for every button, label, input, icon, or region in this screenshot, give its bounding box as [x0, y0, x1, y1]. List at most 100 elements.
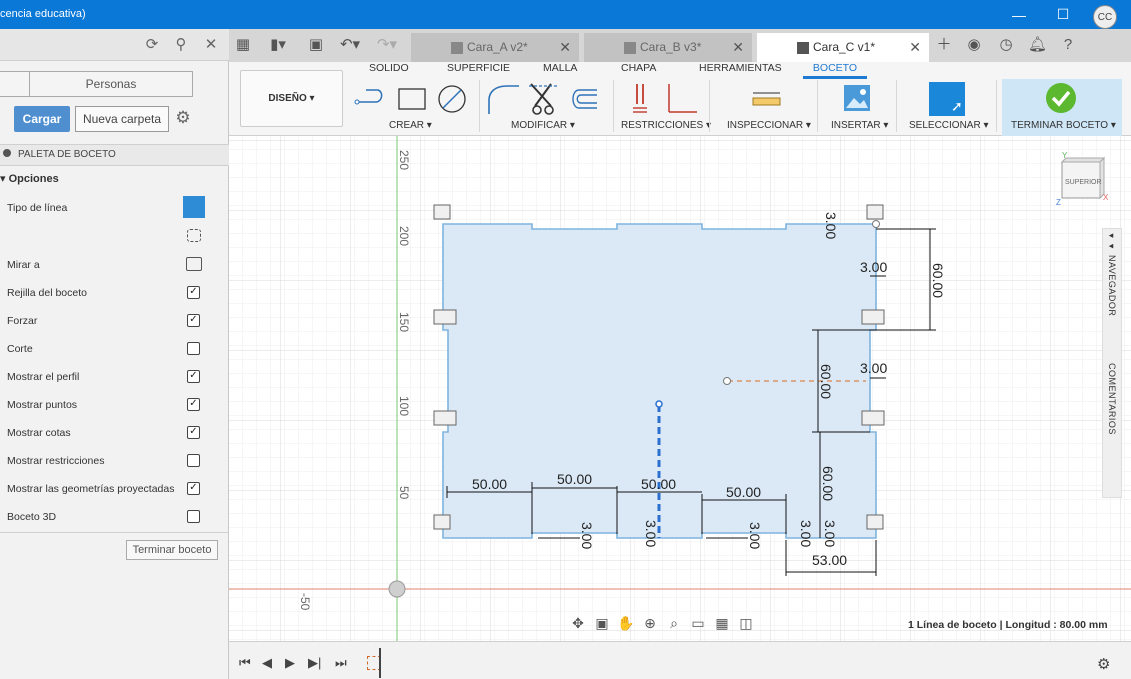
- dimension-label[interactable]: 3.00: [860, 259, 887, 275]
- viewports-icon[interactable]: ◫: [734, 615, 758, 632]
- group-constraints[interactable]: RESTRICCIONES ▾: [621, 120, 711, 131]
- dimension-label[interactable]: 3.00: [643, 520, 659, 547]
- close-tab-icon[interactable]: ✕: [909, 33, 921, 62]
- finish-sketch-icon[interactable]: [1045, 82, 1077, 114]
- sketch-grid-checkbox[interactable]: ✓: [187, 286, 200, 299]
- timeline-marker[interactable]: [379, 648, 387, 678]
- save-icon[interactable]: ▣: [307, 36, 325, 54]
- step-forward-icon[interactable]: ▶︎|: [308, 655, 321, 671]
- extensions-icon[interactable]: ◉: [965, 36, 983, 54]
- dimension-label[interactable]: 50.00: [641, 476, 676, 492]
- group-finish-sketch[interactable]: TERMINAR BOCETO ▾: [1011, 120, 1116, 131]
- dimension-label[interactable]: 50.00: [557, 471, 592, 487]
- close-tab-icon[interactable]: ✕: [559, 33, 571, 62]
- group-modify[interactable]: MODIFICAR ▾: [511, 120, 575, 131]
- file-menu-icon[interactable]: ▮▾: [265, 36, 291, 54]
- measure-icon[interactable]: [752, 90, 782, 108]
- zoom-icon[interactable]: ⊕: [638, 615, 662, 632]
- dimension-label[interactable]: 3.00: [860, 360, 887, 376]
- segment-people[interactable]: Personas: [29, 71, 193, 97]
- dimension-label[interactable]: 3.00: [822, 520, 838, 547]
- dimension-label[interactable]: 60.00: [820, 466, 836, 501]
- offset-tool-icon[interactable]: [572, 89, 597, 109]
- gear-icon[interactable]: ⚙: [174, 109, 192, 127]
- tab-tools[interactable]: HERRAMIENTAS: [699, 62, 782, 74]
- rectangle-tool-icon[interactable]: [398, 88, 426, 110]
- tab-surface[interactable]: SUPERFICIE: [447, 62, 510, 74]
- sketch-canvas[interactable]: 250 200 150 100 50 -50 50.00 50.00 50.00…: [229, 136, 1131, 641]
- play-icon[interactable]: ▶: [285, 655, 295, 671]
- group-inspect[interactable]: INSPECCIONAR ▾: [727, 120, 811, 131]
- show-points-checkbox[interactable]: ✓: [187, 398, 200, 411]
- 3d-sketch-checkbox[interactable]: [187, 510, 200, 523]
- circle-tool-icon[interactable]: [438, 85, 466, 113]
- gear-icon[interactable]: ⚙: [1097, 655, 1110, 673]
- options-header[interactable]: ▾ Opciones: [0, 172, 59, 185]
- trim-tool-icon[interactable]: [529, 83, 559, 115]
- new-tab-icon[interactable]: ＋: [935, 36, 953, 54]
- orbit-icon[interactable]: ✥: [566, 615, 590, 632]
- tab-sketch[interactable]: BOCETO: [803, 62, 867, 79]
- minimize-button[interactable]: —: [997, 0, 1041, 29]
- go-to-end-icon[interactable]: ⏭: [335, 655, 347, 671]
- fillet-tool-icon[interactable]: [488, 85, 519, 114]
- construction-line-icon[interactable]: [187, 229, 201, 242]
- dimension-label[interactable]: 3.00: [579, 522, 595, 549]
- dimension-label[interactable]: 53.00: [812, 552, 847, 568]
- group-select[interactable]: SELECCIONAR ▾: [909, 120, 988, 131]
- tab-cara-c[interactable]: Cara_C v1* ✕: [757, 33, 929, 62]
- group-create[interactable]: CREAR ▾: [389, 120, 432, 131]
- avatar[interactable]: CC: [1093, 5, 1117, 29]
- collapse-dot-icon[interactable]: [3, 149, 11, 157]
- step-back-icon[interactable]: ◀: [262, 655, 272, 671]
- notifications-icon[interactable]: 🔔︎: [1028, 36, 1047, 54]
- dimension-label[interactable]: 50.00: [472, 476, 507, 492]
- dimension-label[interactable]: 3.00: [747, 522, 763, 549]
- group-insert[interactable]: INSERTAR ▾: [831, 120, 888, 131]
- tab-solid[interactable]: SOLIDO: [369, 62, 409, 74]
- grid-menu-icon[interactable]: ▦: [234, 36, 252, 54]
- pan-icon[interactable]: ✋: [614, 615, 638, 632]
- dimension-label[interactable]: 50.00: [726, 484, 761, 500]
- workspace-selector[interactable]: DISEÑO ▾: [240, 70, 343, 127]
- coincident-constraint-icon[interactable]: [633, 84, 647, 113]
- origin-icon[interactable]: [388, 580, 406, 598]
- dimension-label[interactable]: 60.00: [930, 263, 946, 298]
- show-projected-checkbox[interactable]: ✓: [187, 482, 200, 495]
- slice-checkbox[interactable]: [187, 342, 200, 355]
- dimension-label[interactable]: 60.00: [818, 364, 834, 399]
- search-icon[interactable]: ⚲: [172, 36, 190, 54]
- new-folder-button[interactable]: Nueva carpeta: [75, 106, 169, 132]
- dimension-label[interactable]: 3.00: [823, 212, 839, 239]
- select-tool-icon[interactable]: ➚: [929, 82, 965, 116]
- tab-cara-a[interactable]: Cara_A v2* ✕: [411, 33, 579, 62]
- sketch-point[interactable]: [723, 377, 731, 385]
- show-constraints-checkbox[interactable]: [187, 454, 200, 467]
- go-to-start-icon[interactable]: ⏮: [239, 655, 251, 671]
- line-tool-icon[interactable]: [354, 89, 383, 105]
- redo-icon[interactable]: ↷▾: [374, 36, 400, 54]
- show-dimensions-checkbox[interactable]: ✓: [187, 426, 200, 439]
- sketch-palette-header[interactable]: PALETA DE BOCETO: [0, 144, 229, 166]
- zoom-window-icon[interactable]: ⌕: [662, 615, 686, 632]
- look-at-icon[interactable]: ▣: [590, 615, 614, 632]
- grid-settings-icon[interactable]: ▦: [710, 615, 734, 632]
- look-at-icon[interactable]: [186, 257, 202, 271]
- close-tab-icon[interactable]: ✕: [732, 33, 744, 62]
- maximize-button[interactable]: ☐: [1041, 0, 1085, 29]
- help-icon[interactable]: ?: [1059, 36, 1077, 54]
- job-status-icon[interactable]: ◷: [997, 36, 1015, 54]
- display-settings-icon[interactable]: ▭: [686, 615, 710, 632]
- finish-sketch-palette-button[interactable]: Terminar boceto: [126, 540, 218, 560]
- segment-project[interactable]: [0, 71, 30, 97]
- show-profile-checkbox[interactable]: ✓: [187, 370, 200, 383]
- refresh-icon[interactable]: ⟳: [143, 36, 161, 54]
- undo-icon[interactable]: ↶▾: [337, 36, 363, 54]
- normal-line-icon[interactable]: [183, 196, 205, 218]
- perpendicular-constraint-icon[interactable]: [668, 84, 697, 113]
- tab-sheet-metal[interactable]: CHAPA: [621, 62, 656, 74]
- close-panel-icon[interactable]: ✕: [202, 36, 220, 54]
- navigator-tab[interactable]: ◂◂ NAVEGADOR: [1107, 231, 1117, 316]
- snap-checkbox[interactable]: ✓: [187, 314, 200, 327]
- sketch-point[interactable]: [872, 220, 880, 228]
